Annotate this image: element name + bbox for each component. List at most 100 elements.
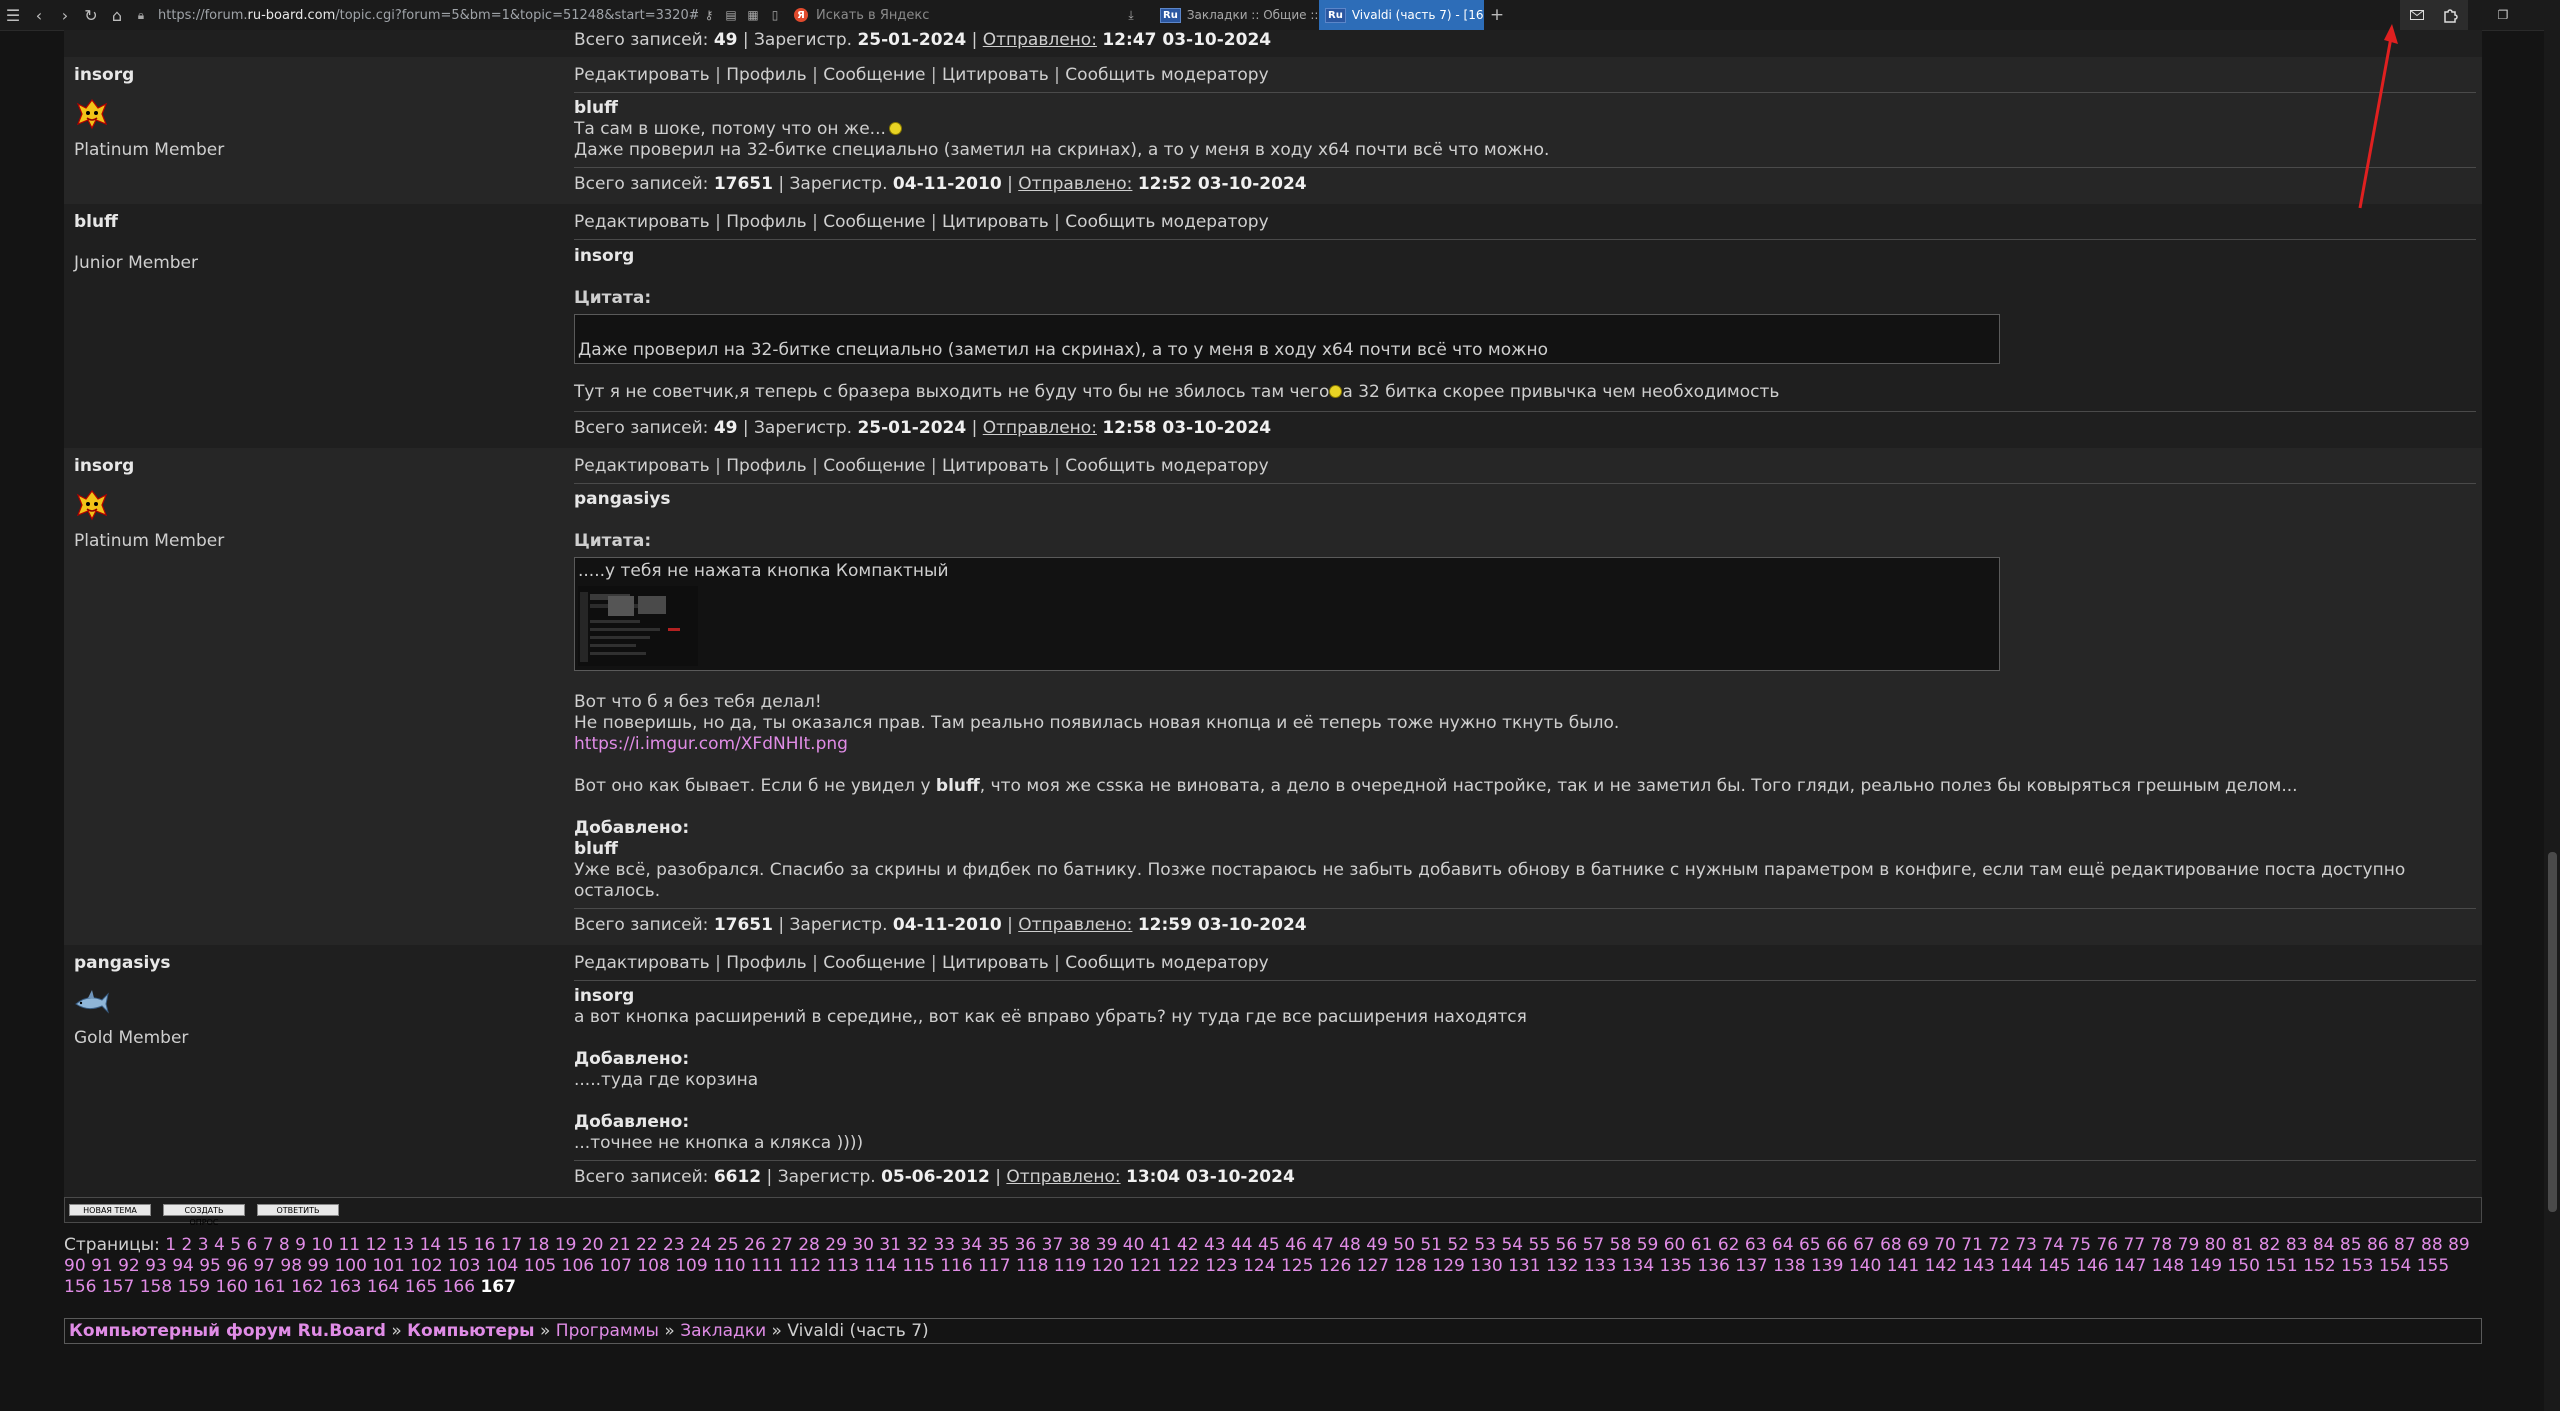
reply-button[interactable]: ОТВЕТИТЬ	[257, 1204, 339, 1216]
page-link[interactable]: 44	[1231, 1235, 1253, 1255]
page-link[interactable]: 89	[2448, 1235, 2470, 1255]
screenshot-thumbnail[interactable]	[578, 586, 698, 666]
new-topic-button[interactable]: НОВАЯ ТЕМА	[69, 1204, 151, 1216]
page-link[interactable]: 141	[1887, 1256, 1919, 1276]
page-link[interactable]: 151	[2265, 1256, 2297, 1276]
profile-link[interactable]: Профиль	[726, 65, 806, 85]
page-link[interactable]: 98	[280, 1256, 302, 1276]
page-link[interactable]: 116	[940, 1256, 972, 1276]
page-link[interactable]: 55	[1529, 1235, 1551, 1255]
page-link[interactable]: 12	[365, 1235, 387, 1255]
message-link[interactable]: Сообщение	[823, 456, 925, 476]
page-link[interactable]: 152	[2303, 1256, 2335, 1276]
page-link[interactable]: 161	[253, 1277, 285, 1297]
page-link[interactable]: 59	[1637, 1235, 1659, 1255]
quote-link[interactable]: Цитировать	[942, 953, 1049, 973]
edit-link[interactable]: Редактировать	[574, 953, 710, 973]
page-link[interactable]: 115	[902, 1256, 934, 1276]
page-link[interactable]: 102	[410, 1256, 442, 1276]
page-link[interactable]: 66	[1826, 1235, 1848, 1255]
page-link[interactable]: 43	[1204, 1235, 1226, 1255]
page-link[interactable]: 108	[637, 1256, 669, 1276]
page-link[interactable]: 133	[1584, 1256, 1616, 1276]
page-link[interactable]: 53	[1474, 1235, 1496, 1255]
page-link[interactable]: 117	[978, 1256, 1010, 1276]
author-name[interactable]: insorg	[74, 456, 554, 477]
qr-icon[interactable]: ▦	[742, 8, 764, 22]
page-link[interactable]: 129	[1432, 1256, 1464, 1276]
page-link[interactable]: 154	[2379, 1256, 2411, 1276]
report-link[interactable]: Сообщить модератору	[1065, 456, 1268, 476]
page-link[interactable]: 23	[663, 1235, 685, 1255]
profile-link[interactable]: Профиль	[726, 953, 806, 973]
page-link[interactable]: 74	[2042, 1235, 2064, 1255]
page-link[interactable]: 14	[420, 1235, 442, 1255]
page-link[interactable]: 72	[1988, 1235, 2010, 1255]
page-link[interactable]: 122	[1167, 1256, 1199, 1276]
page-link[interactable]: 106	[562, 1256, 594, 1276]
page-link[interactable]: 15	[447, 1235, 469, 1255]
reload-icon[interactable]: ↻	[78, 2, 104, 28]
back-icon[interactable]: ‹	[26, 2, 52, 28]
page-link[interactable]: 84	[2313, 1235, 2335, 1255]
new-tab-button[interactable]: +	[1484, 5, 1510, 25]
message-link[interactable]: Сообщение	[823, 65, 925, 85]
page-link[interactable]: 6	[246, 1235, 257, 1255]
page-link[interactable]: 28	[798, 1235, 820, 1255]
quote-link[interactable]: Цитировать	[942, 212, 1049, 232]
page-link[interactable]: 58	[1610, 1235, 1632, 1255]
page-link[interactable]: 165	[405, 1277, 437, 1297]
sent-link[interactable]: Отправлено:	[1018, 174, 1132, 194]
page-link[interactable]: 36	[1015, 1235, 1037, 1255]
restore-icon[interactable]: ❐	[2486, 0, 2520, 30]
page-link[interactable]: 32	[906, 1235, 928, 1255]
report-link[interactable]: Сообщить модератору	[1065, 212, 1268, 232]
page-link[interactable]: 97	[253, 1256, 275, 1276]
page-link[interactable]: 134	[1622, 1256, 1654, 1276]
download-icon[interactable]: ⤓	[1120, 8, 1142, 23]
page-link[interactable]: 113	[827, 1256, 859, 1276]
profile-link[interactable]: Профиль	[726, 456, 806, 476]
page-link[interactable]: 80	[2205, 1235, 2227, 1255]
page-link[interactable]: 64	[1772, 1235, 1794, 1255]
page-link[interactable]: 85	[2340, 1235, 2362, 1255]
page-link[interactable]: 35	[988, 1235, 1010, 1255]
page-link[interactable]: 120	[1092, 1256, 1124, 1276]
page-link[interactable]: 82	[2259, 1235, 2281, 1255]
page-link[interactable]: 111	[751, 1256, 783, 1276]
page-link[interactable]: 81	[2232, 1235, 2254, 1255]
tab-vivaldi[interactable]: Ru Vivaldi (часть 7) - [167] :: П	[1319, 0, 1484, 30]
page-link[interactable]: 94	[172, 1256, 194, 1276]
page-link[interactable]: 143	[1962, 1256, 1994, 1276]
page-link[interactable]: 163	[329, 1277, 361, 1297]
key-icon[interactable]: ⚷	[698, 8, 720, 22]
page-link[interactable]: 76	[2096, 1235, 2118, 1255]
page-link[interactable]: 79	[2178, 1235, 2200, 1255]
page-link[interactable]: 162	[291, 1277, 323, 1297]
page-link[interactable]: 34	[961, 1235, 983, 1255]
author-name[interactable]: bluff	[74, 212, 554, 233]
page-link[interactable]: 140	[1849, 1256, 1881, 1276]
page-link[interactable]: 121	[1130, 1256, 1162, 1276]
page-link[interactable]: 142	[1925, 1256, 1957, 1276]
page-link[interactable]: 65	[1799, 1235, 1821, 1255]
sent-link[interactable]: Отправлено:	[983, 30, 1097, 50]
breadcrumb-section[interactable]: Компьютеры	[407, 1321, 534, 1341]
page-link[interactable]: 103	[448, 1256, 480, 1276]
page-link[interactable]: 4	[214, 1235, 225, 1255]
page-link[interactable]: 127	[1357, 1256, 1389, 1276]
page-link[interactable]: 150	[2227, 1256, 2259, 1276]
page-link[interactable]: 67	[1853, 1235, 1875, 1255]
page-link[interactable]: 104	[486, 1256, 518, 1276]
report-link[interactable]: Сообщить модератору	[1065, 65, 1268, 85]
page-link[interactable]: 88	[2421, 1235, 2443, 1255]
page-link[interactable]: 57	[1583, 1235, 1605, 1255]
address-bar[interactable]: https://forum.ru-board.com/topic.cgi?for…	[158, 8, 698, 23]
page-link[interactable]: 70	[1934, 1235, 1956, 1255]
home-icon[interactable]: ⌂	[104, 2, 130, 28]
page-link[interactable]: 93	[145, 1256, 167, 1276]
page-link[interactable]: 147	[2114, 1256, 2146, 1276]
page-link[interactable]: 62	[1718, 1235, 1740, 1255]
page-link[interactable]: 145	[2038, 1256, 2070, 1276]
page-link[interactable]: 18	[528, 1235, 550, 1255]
